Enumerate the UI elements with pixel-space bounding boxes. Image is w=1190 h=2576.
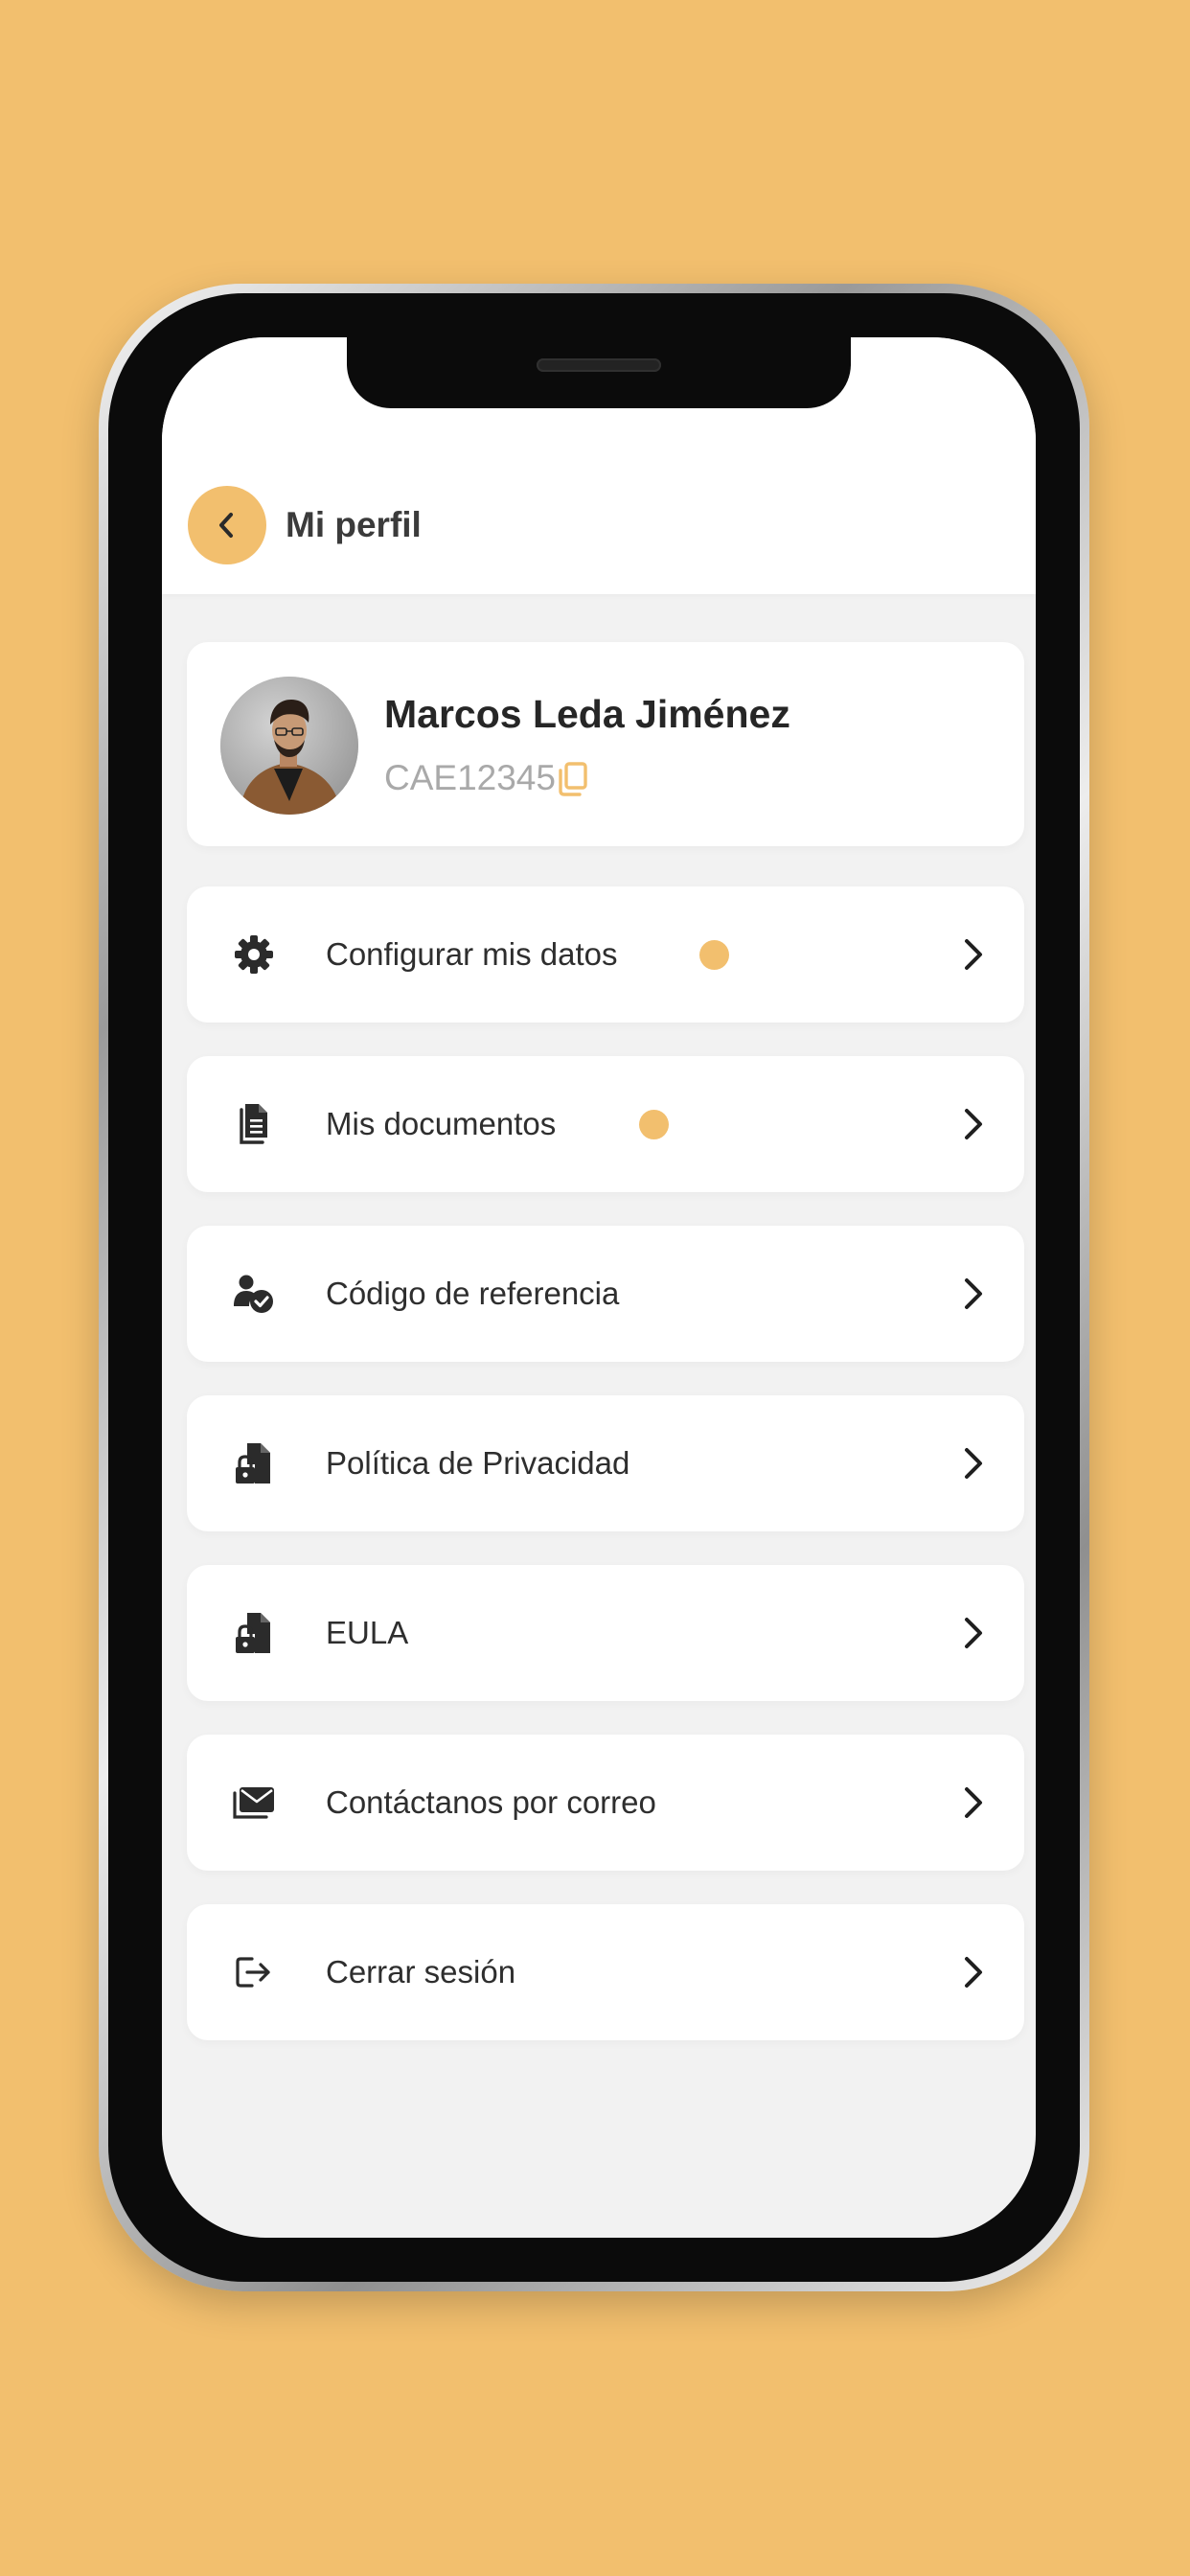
locked-document-icon	[236, 1613, 270, 1653]
notification-dot	[699, 940, 729, 970]
profile-name: Marcos Leda Jiménez	[384, 692, 790, 736]
copy-icon[interactable]	[557, 761, 589, 797]
chevron-right-icon	[965, 1448, 982, 1479]
phone-bezel: Mi perfil Marcos Leda Jiménez CAE12345 C…	[108, 293, 1080, 2282]
menu-item-mis-documentos[interactable]: Mis documentos	[187, 1056, 1024, 1192]
back-button[interactable]	[188, 486, 266, 564]
menu-item-label: EULA	[326, 1615, 409, 1650]
chevron-right-icon	[965, 1618, 982, 1648]
chevron-right-icon	[965, 1109, 982, 1139]
profile-code: CAE12345	[384, 758, 556, 797]
chevron-right-icon	[965, 939, 982, 970]
menu-item-label: Política de Privacidad	[326, 1445, 630, 1481]
chevron-right-icon	[965, 1787, 982, 1818]
avatar	[220, 677, 358, 815]
chevron-right-icon	[965, 1957, 982, 1988]
profile-card: Marcos Leda Jiménez CAE12345	[187, 642, 1024, 846]
menu-item-eula[interactable]: EULA	[187, 1565, 1024, 1701]
locked-document-icon	[236, 1443, 270, 1484]
menu-item-label: Cerrar sesión	[326, 1954, 516, 1990]
notification-dot	[639, 1110, 669, 1139]
phone-notch	[347, 337, 851, 408]
phone-frame: Mi perfil Marcos Leda Jiménez CAE12345 C…	[99, 284, 1089, 2291]
referral-user-check-icon	[234, 1275, 273, 1313]
menu-item-cerrar-sesion[interactable]: Cerrar sesión	[187, 1904, 1024, 2040]
page-title: Mi perfil	[286, 505, 422, 544]
menu-item-politica-de-privacidad[interactable]: Política de Privacidad	[187, 1395, 1024, 1531]
gear-icon	[235, 935, 273, 974]
speaker-grille	[537, 358, 661, 372]
documents-icon	[240, 1104, 267, 1144]
menu-item-label: Configurar mis datos	[326, 936, 618, 972]
mail-icon	[233, 1787, 274, 1819]
phone-screen: Mi perfil Marcos Leda Jiménez CAE12345 C…	[162, 337, 1036, 2238]
menu-item-label: Código de referencia	[326, 1276, 620, 1311]
menu-item-contactanos-por-correo[interactable]: Contáctanos por correo	[187, 1735, 1024, 1871]
logout-icon	[236, 1957, 270, 1988]
chevron-left-icon	[219, 513, 233, 538]
chevron-right-icon	[965, 1278, 982, 1309]
menu-item-label: Contáctanos por correo	[326, 1784, 656, 1820]
menu-item-codigo-de-referencia[interactable]: Código de referencia	[187, 1226, 1024, 1362]
avatar-portrait	[220, 677, 358, 815]
menu-item-label: Mis documentos	[326, 1106, 557, 1141]
menu-item-configurar-mis-datos[interactable]: Configurar mis datos	[187, 886, 1024, 1023]
